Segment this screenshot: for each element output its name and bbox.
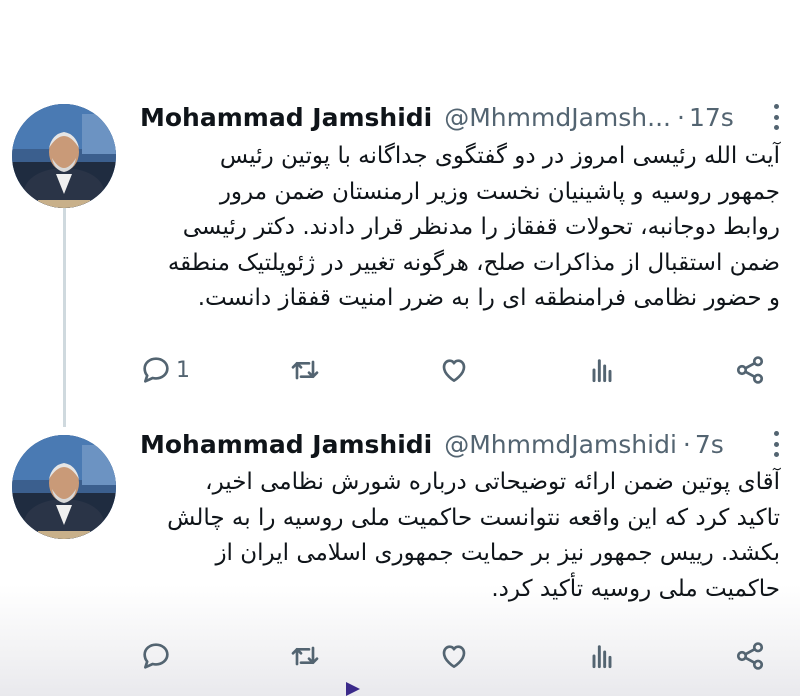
like-button[interactable] [438, 350, 470, 390]
views-icon [592, 359, 612, 383]
like-icon [442, 359, 466, 382]
tweet-text-line: آیت الله رئیسی امروز در دو گفتگوی جداگان… [219, 143, 780, 169]
tweet-actions: 1 [0, 350, 800, 390]
author-handle[interactable]: @MhmmdJamsh... [444, 103, 671, 132]
tweet-actions [0, 636, 800, 676]
reply-icon [143, 643, 169, 669]
views-button[interactable] [586, 636, 618, 676]
reply-icon [143, 357, 169, 383]
author-handle[interactable]: @MhmmdJamshidi [444, 430, 677, 459]
share-icon [736, 356, 764, 384]
separator-dot: · [676, 102, 685, 132]
separator-dot: · [682, 429, 691, 459]
reply-count: 1 [176, 357, 190, 383]
share-button[interactable] [734, 350, 766, 390]
more-options-icon[interactable] [766, 429, 786, 459]
tweet-text-line: آقای پوتین ضمن ارائه توضیحاتی درباره شور… [205, 469, 780, 495]
avatar[interactable] [12, 435, 116, 539]
timestamp[interactable]: 17s [689, 103, 734, 132]
reply-button[interactable]: 1 [140, 350, 190, 390]
retweet-icon [291, 646, 319, 666]
author-name[interactable]: Mohammad Jamshidi [140, 430, 432, 459]
tweet-header: Mohammad Jamshidi @MhmmdJamshidi · 7s [140, 424, 724, 464]
views-button[interactable] [586, 350, 618, 390]
retweet-button[interactable] [289, 636, 321, 676]
tweet-header: Mohammad Jamshidi @MhmmdJamsh... · 17s [140, 97, 734, 137]
reply-button[interactable] [140, 636, 176, 676]
cursor-icon [346, 682, 360, 696]
retweet-button[interactable] [289, 350, 321, 390]
like-icon [442, 645, 466, 668]
tweet-text-line: جمهور روسیه و پاشینیان نخست وزیر ارمنستا… [219, 178, 780, 205]
views-icon [592, 645, 612, 669]
tweet-text-line: حاکمیت ملی روسیه تأکید کرد. [491, 575, 780, 602]
more-options-icon[interactable] [766, 102, 786, 132]
tweet-text-line: و حضور نظامی فرامنطقه ای را به ضرر امنیت… [197, 285, 780, 311]
share-button[interactable] [734, 636, 766, 676]
share-icon [736, 642, 764, 670]
tweet-text-line: ضمن استقبال از مذاکرات صلح، هرگونه تغییر… [167, 249, 780, 276]
thread-connector-line [63, 207, 66, 427]
author-name[interactable]: Mohammad Jamshidi [140, 103, 432, 132]
tweet-text: آیت الله رئیسی امروز در دو گفتگوی جداگان… [140, 139, 780, 317]
tweet-text-line: روابط دوجانبه، تحولات قفقاز را مدنظر قرا… [182, 214, 780, 240]
tweet-text: آقای پوتین ضمن ارائه توضیحاتی درباره شور… [140, 465, 780, 607]
timeline: Mohammad Jamshidi @MhmmdJamsh... · 17s آ… [0, 0, 800, 696]
avatar[interactable] [12, 104, 116, 208]
tweet-text-line: تاکید کرد که این واقعه نتوانست حاکمیت مل… [167, 504, 780, 531]
timestamp[interactable]: 7s [695, 430, 724, 459]
retweet-icon [291, 360, 319, 380]
like-button[interactable] [438, 636, 470, 676]
tweet-text-line: بکشد. رییس جمهور نیز بر حمایت جمهوری اسل… [215, 540, 780, 566]
